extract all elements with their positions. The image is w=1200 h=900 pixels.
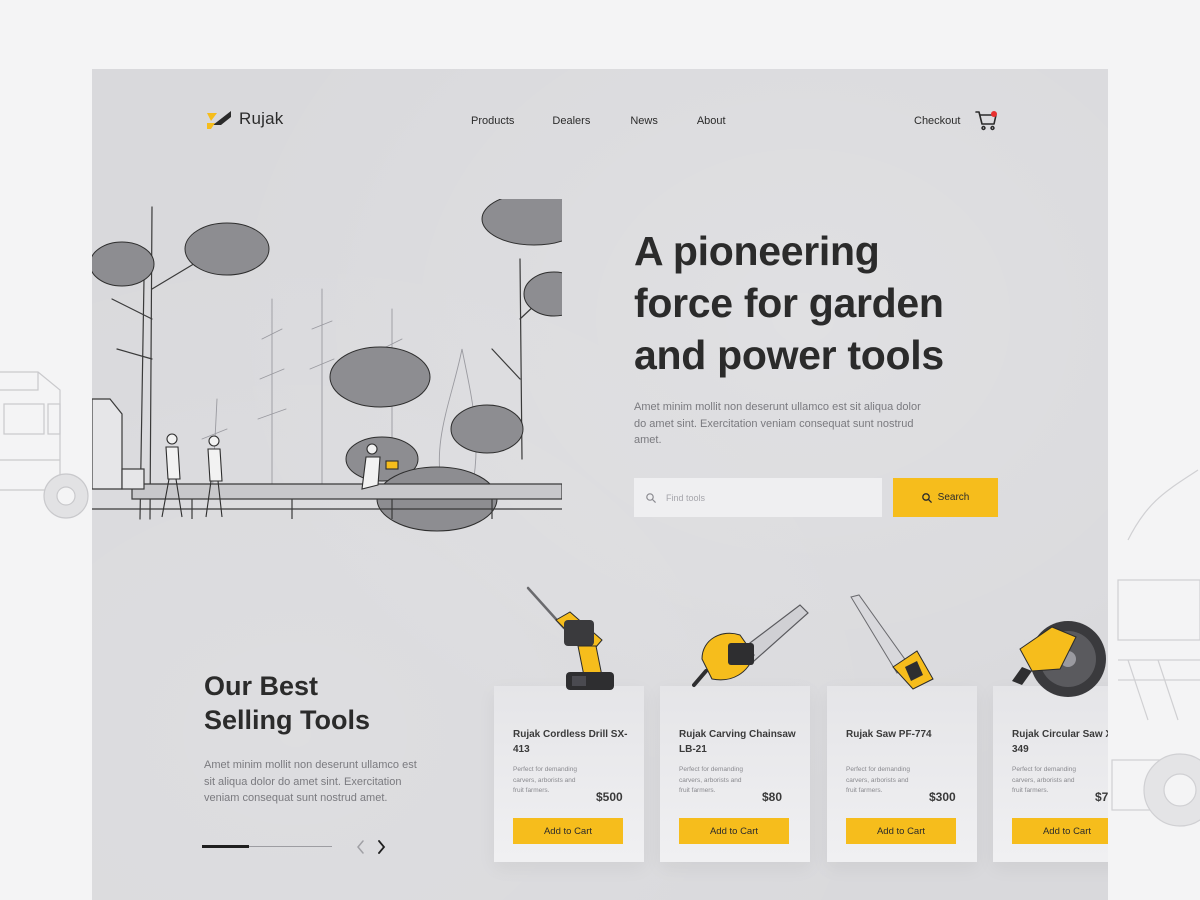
chevron-right-icon[interactable] [375, 839, 387, 855]
product-description: Perfect for demanding carvers, arborists… [1012, 766, 1076, 794]
search-icon [921, 492, 932, 503]
main-nav: Products Dealers News About [471, 115, 726, 127]
hero-title: A pioneering force for garden and power … [634, 225, 1014, 381]
product-card-drill[interactable]: Rujak Cordless Drill SX-413 Perfect for … [494, 686, 644, 862]
carousel-progress-fill [202, 845, 249, 848]
product-price: $500 [596, 790, 623, 804]
landing-frame: Rujak Products Dealers News About Checko… [92, 69, 1108, 900]
product-name: Rujak Circular Saw XC-349 [1012, 729, 1108, 755]
product-description: Perfect for demanding carvers, arborists… [846, 766, 910, 794]
cart-notification-dot [991, 111, 997, 117]
hero-title-line-2: force for garden [634, 280, 944, 326]
checkout-link[interactable]: Checkout [914, 115, 960, 127]
hero-title-line-3: and power tools [634, 332, 944, 378]
product-description: Perfect for demanding carvers, arborists… [513, 766, 577, 794]
product-name: Rujak Saw PF-774 [846, 729, 932, 740]
product-name: Rujak Carving Chainsaw LB-21 [679, 729, 796, 755]
best-sellers-title: Our Best Selling Tools [204, 669, 444, 737]
chevron-left-icon[interactable] [355, 839, 367, 855]
add-to-cart-button[interactable]: Add to Cart [1012, 818, 1108, 844]
forest-workers-illustration [92, 199, 562, 532]
product-price: $80 [762, 790, 783, 804]
best-sellers-description: Amet minim mollit non deserunt ullamco e… [204, 759, 417, 804]
nav-dealers[interactable]: Dealers [552, 115, 590, 127]
product-card-circular-saw[interactable]: Rujak Circular Saw XC-349 Perfect for de… [993, 686, 1108, 862]
brand-name: Rujak [239, 109, 284, 128]
background-truck-sketch [0, 371, 89, 519]
search-field[interactable] [634, 478, 882, 517]
nav-products[interactable]: Products [471, 115, 514, 127]
brand-logo[interactable]: Rujak [207, 109, 283, 129]
hero-title-line-1: A pioneering [634, 228, 880, 274]
add-to-cart-button[interactable]: Add to Cart [846, 818, 956, 844]
product-price: $300 [929, 790, 956, 804]
background-machine-sketch [1111, 469, 1200, 827]
product-name: Rujak Cordless Drill SX-413 [513, 729, 628, 755]
product-card-chainsaw[interactable]: Rujak Carving Chainsaw LB-21 Perfect for… [660, 686, 810, 862]
product-price: $70 [1095, 790, 1108, 804]
handsaw-icon [850, 594, 934, 690]
add-to-cart-button[interactable]: Add to Cart [679, 818, 789, 844]
search-icon [646, 492, 656, 503]
search-input[interactable] [666, 492, 846, 503]
best-sellers-title-line-1: Our Best [204, 671, 319, 701]
best-sellers-title-line-2: Selling Tools [204, 705, 371, 735]
search-button[interactable]: Search [893, 478, 998, 517]
product-card-handsaw[interactable]: Rujak Saw PF-774 Perfect for demanding c… [827, 686, 977, 862]
circular-saw-icon [1012, 621, 1106, 697]
product-description: Perfect for demanding carvers, arborists… [679, 766, 743, 794]
nav-news[interactable]: News [630, 115, 658, 127]
drill-icon [526, 586, 614, 690]
nav-about[interactable]: About [697, 115, 726, 127]
logo-icon [207, 111, 231, 129]
search-button-label: Search [937, 492, 970, 503]
add-to-cart-button[interactable]: Add to Cart [513, 818, 623, 844]
hero-description: Amet minim mollit non deserunt ullamco e… [634, 401, 921, 446]
chainsaw-icon [692, 604, 809, 687]
